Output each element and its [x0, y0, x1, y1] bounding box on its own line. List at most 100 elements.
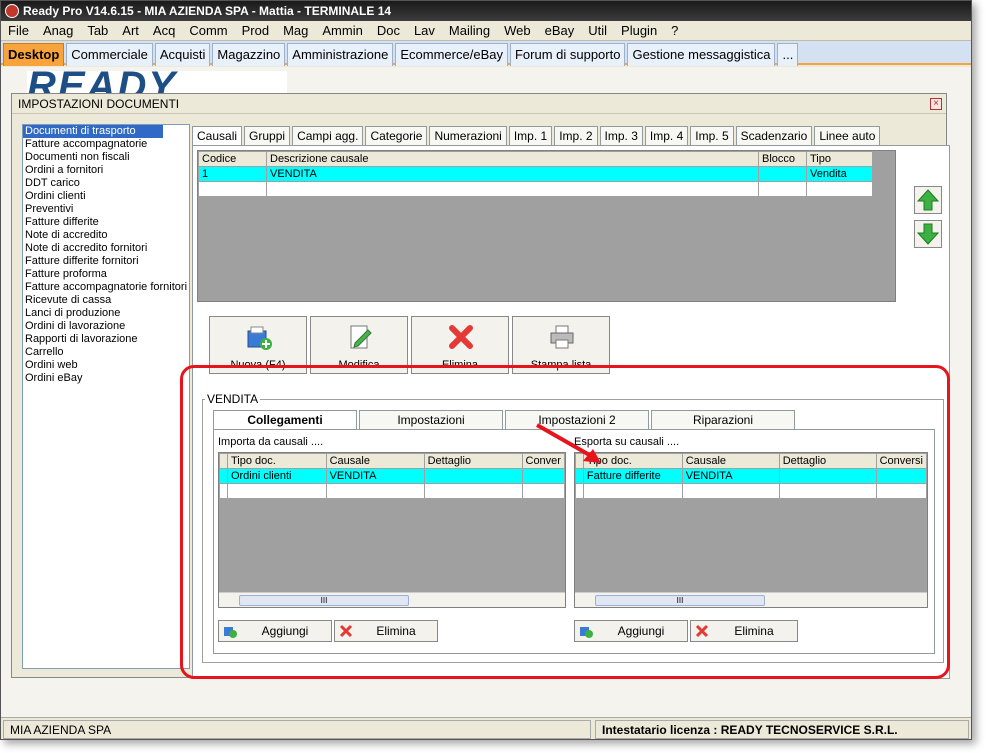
table-cell[interactable]: Vendita: [806, 166, 873, 182]
table-cell[interactable]: [423, 468, 523, 484]
table-cell[interactable]: [681, 483, 780, 499]
tab-10[interactable]: Scadenzario: [735, 126, 813, 146]
table-cell[interactable]: [582, 483, 683, 499]
tab-2[interactable]: Campi agg.: [292, 126, 364, 146]
doc-type-item[interactable]: Ordini a fornitori: [23, 164, 189, 177]
desktop-tab-8[interactable]: ...: [777, 43, 799, 66]
detail-tab-1[interactable]: Impostazioni: [359, 410, 503, 430]
table-cell[interactable]: VENDITA: [325, 468, 425, 484]
desktop-tab-4[interactable]: Amministrazione: [287, 43, 394, 66]
table-row-empty[interactable]: [219, 483, 565, 499]
desktop-tab-7[interactable]: Gestione messaggistica: [627, 43, 776, 66]
menu-item-4[interactable]: Acq: [146, 21, 182, 41]
export-scroll-thumb[interactable]: III: [595, 595, 765, 606]
new-button[interactable]: Nuova (F4): [209, 316, 307, 374]
menu-item-8[interactable]: Ammin: [315, 21, 369, 41]
column-header[interactable]: Dettaglio: [778, 453, 877, 469]
tab-1[interactable]: Gruppi: [244, 126, 291, 146]
menu-item-16[interactable]: ?: [664, 21, 685, 41]
doc-type-item[interactable]: Preventivi: [23, 203, 189, 216]
column-header[interactable]: Tipo doc.: [226, 453, 327, 469]
print-list-button[interactable]: Stampa lista: [512, 316, 610, 374]
table-cell[interactable]: [875, 483, 927, 499]
table-cell[interactable]: Ordini clienti: [226, 468, 327, 484]
tab-7[interactable]: Imp. 3: [599, 126, 643, 146]
import-remove-button[interactable]: Elimina: [334, 620, 438, 642]
menu-item-1[interactable]: Anag: [36, 21, 80, 41]
menu-item-6[interactable]: Prod: [235, 21, 276, 41]
doc-type-item[interactable]: Rapporti di lavorazione: [23, 333, 189, 346]
doc-type-item[interactable]: DDT carico: [23, 177, 189, 190]
export-remove-button[interactable]: Elimina: [690, 620, 798, 642]
tab-5[interactable]: Imp. 1: [508, 126, 553, 146]
table-cell[interactable]: [423, 483, 523, 499]
column-header[interactable]: Tipo: [806, 151, 873, 167]
doc-type-item[interactable]: Fatture proforma: [23, 268, 189, 281]
table-cell[interactable]: 1: [198, 166, 267, 182]
doc-type-item[interactable]: Ordini clienti: [23, 190, 189, 203]
desktop-tab-6[interactable]: Forum di supporto: [509, 43, 626, 66]
table-cell[interactable]: VENDITA: [681, 468, 780, 484]
menu-item-12[interactable]: Web: [497, 21, 538, 41]
table-cell[interactable]: [266, 181, 759, 197]
tab-11[interactable]: Linee auto: [814, 126, 881, 146]
move-up-button[interactable]: [914, 186, 942, 214]
column-header[interactable]: Conversi: [875, 453, 927, 469]
table-cell[interactable]: [778, 468, 877, 484]
desktop-tab-1[interactable]: Commerciale: [66, 43, 153, 66]
doc-type-item[interactable]: Carrello: [23, 346, 189, 359]
doc-type-item[interactable]: Fatture differite: [23, 216, 189, 229]
menu-item-15[interactable]: Plugin: [614, 21, 664, 41]
table-cell[interactable]: [875, 468, 927, 484]
tab-8[interactable]: Imp. 4: [644, 126, 689, 146]
table-row[interactable]: Ordini clienti VENDITA: [219, 468, 565, 484]
import-scroll-thumb[interactable]: III: [239, 595, 409, 606]
table-cell[interactable]: [521, 483, 565, 499]
table-row-empty[interactable]: [198, 181, 873, 197]
table-cell[interactable]: [226, 483, 327, 499]
column-header[interactable]: Blocco: [758, 151, 807, 167]
doc-type-item[interactable]: Note di accredito: [23, 229, 189, 242]
tab-3[interactable]: Categorie: [365, 126, 428, 146]
table-cell[interactable]: [758, 166, 807, 182]
table-cell[interactable]: [758, 181, 807, 197]
doc-type-item[interactable]: Ordini eBay: [23, 372, 189, 385]
doc-type-item[interactable]: Fatture accompagnatorie: [23, 138, 189, 151]
tab-9[interactable]: Imp. 5: [690, 126, 734, 146]
column-header[interactable]: Dettaglio: [423, 453, 523, 469]
doc-type-item[interactable]: Fatture differite fornitori: [23, 255, 189, 268]
table-row[interactable]: 1 VENDITA Vendita: [198, 166, 873, 182]
move-down-button[interactable]: [914, 220, 942, 248]
menu-item-13[interactable]: eBay: [538, 21, 582, 41]
desktop-tab-0[interactable]: Desktop: [3, 43, 65, 66]
menu-item-2[interactable]: Tab: [80, 21, 115, 41]
menu-item-5[interactable]: Comm: [182, 21, 234, 41]
column-header[interactable]: Descrizione causale: [266, 151, 759, 167]
table-cell[interactable]: [325, 483, 425, 499]
column-header[interactable]: Causale: [325, 453, 425, 469]
table-cell[interactable]: VENDITA: [266, 166, 759, 182]
table-cell[interactable]: [778, 483, 877, 499]
menu-item-3[interactable]: Art: [115, 21, 146, 41]
tab-6[interactable]: Imp. 2: [554, 126, 598, 146]
menu-item-9[interactable]: Doc: [370, 21, 407, 41]
table-cell[interactable]: [806, 181, 873, 197]
desktop-tab-2[interactable]: Acquisti: [154, 43, 211, 66]
table-row[interactable]: Fatture differite VENDITA: [575, 468, 927, 484]
edit-button[interactable]: Modifica: [310, 316, 408, 374]
menu-item-11[interactable]: Mailing: [442, 21, 497, 41]
column-header[interactable]: Causale: [681, 453, 780, 469]
table-cell[interactable]: [198, 181, 267, 197]
export-scrollbar[interactable]: III: [575, 592, 927, 607]
detail-tab-3[interactable]: Riparazioni: [651, 410, 795, 430]
menu-item-14[interactable]: Util: [581, 21, 614, 41]
tab-4[interactable]: Numerazioni: [429, 126, 507, 146]
desktop-tab-5[interactable]: Ecommerce/eBay: [395, 43, 508, 66]
close-icon[interactable]: ×: [930, 98, 942, 110]
doc-type-item[interactable]: Ordini di lavorazione: [23, 320, 189, 333]
menu-item-7[interactable]: Mag: [276, 21, 315, 41]
doc-type-item[interactable]: Note di accredito fornitori: [23, 242, 189, 255]
tab-0[interactable]: Causali: [192, 126, 243, 147]
menu-item-10[interactable]: Lav: [407, 21, 442, 41]
desktop-tab-3[interactable]: Magazzino: [212, 43, 286, 66]
